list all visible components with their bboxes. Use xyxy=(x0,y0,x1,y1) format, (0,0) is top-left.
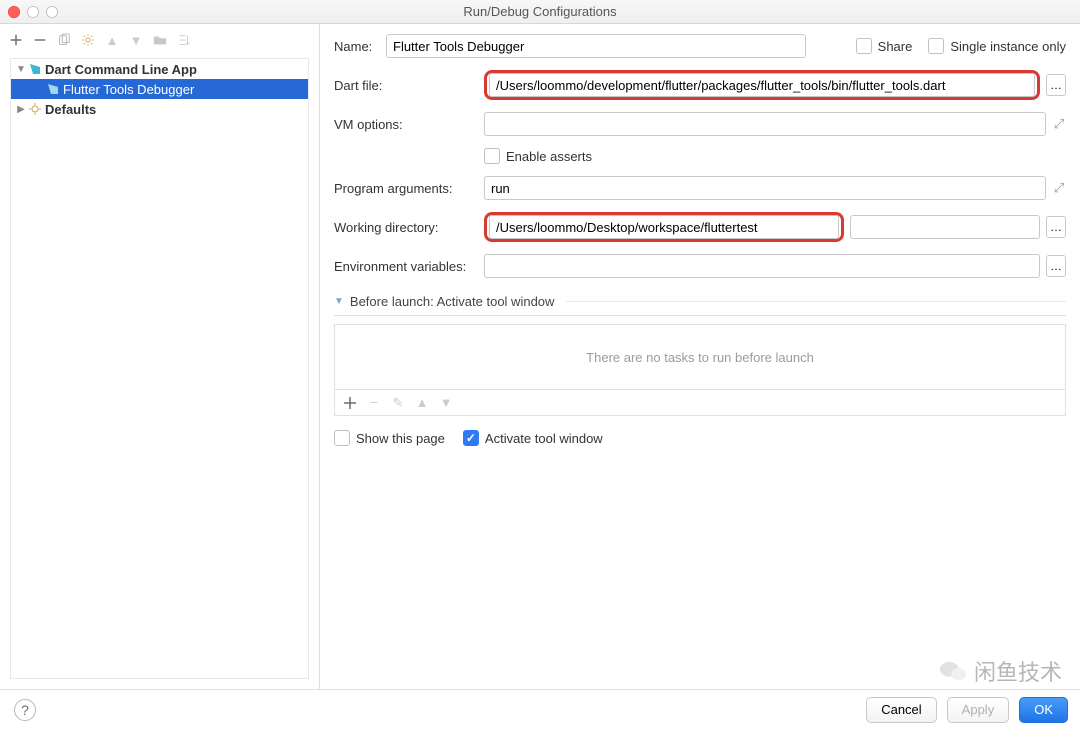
before-launch-empty: There are no tasks to run before launch xyxy=(586,350,814,365)
enable-asserts-checkbox[interactable]: Enable asserts xyxy=(484,148,592,164)
activate-tool-window-checkbox[interactable]: Activate tool window xyxy=(463,430,603,446)
add-task-icon[interactable] xyxy=(343,396,357,410)
up-icon[interactable]: ▲ xyxy=(104,32,120,48)
sidebar: ▲ ▼ ▼ Dart Command Line App Flutter Tool… xyxy=(0,24,320,689)
show-this-page-checkbox[interactable]: Show this page xyxy=(334,430,445,446)
dart-file-browse-button[interactable]: … xyxy=(1046,74,1066,96)
tree-group-dart[interactable]: ▼ Dart Command Line App xyxy=(11,59,308,79)
vm-options-row: VM options: ⤢ xyxy=(334,112,1066,136)
move-down-icon[interactable]: ▼ xyxy=(439,396,453,410)
program-args-input[interactable] xyxy=(484,176,1046,200)
config-tree[interactable]: ▼ Dart Command Line App Flutter Tools De… xyxy=(10,58,309,679)
tree-collapse-icon[interactable]: ▶ xyxy=(15,104,27,115)
tree-item-flutter-tools[interactable]: Flutter Tools Debugger xyxy=(11,79,308,99)
gear-icon xyxy=(27,101,43,117)
env-vars-edit-button[interactable]: … xyxy=(1046,255,1066,277)
before-launch-label: Before launch: Activate tool window xyxy=(350,294,555,309)
dart-file-label: Dart file: xyxy=(334,78,484,93)
cancel-button[interactable]: Cancel xyxy=(866,697,936,723)
tree-group-defaults[interactable]: ▶ Defaults xyxy=(11,99,308,119)
disclosure-icon[interactable]: ▼ xyxy=(334,296,344,307)
settings-icon[interactable] xyxy=(80,32,96,48)
remove-icon[interactable] xyxy=(32,32,48,48)
before-launch-tasks: There are no tasks to run before launch xyxy=(334,324,1066,390)
before-launch-toolbar: − ✎ ▲ ▼ xyxy=(334,390,1066,416)
dart-file-row: Dart file: … xyxy=(334,70,1066,100)
titlebar: Run/Debug Configurations xyxy=(0,0,1080,24)
dart-icon xyxy=(45,81,61,97)
copy-icon[interactable] xyxy=(56,32,72,48)
dart-file-input[interactable] xyxy=(489,73,1035,97)
working-dir-input[interactable] xyxy=(489,215,839,239)
folder-icon[interactable] xyxy=(152,32,168,48)
show-this-page-label: Show this page xyxy=(356,431,445,446)
dart-icon xyxy=(27,61,43,77)
activate-tool-window-label: Activate tool window xyxy=(485,431,603,446)
working-dir-highlight xyxy=(484,212,844,242)
help-icon[interactable]: ? xyxy=(14,699,36,721)
share-checkbox[interactable]: Share xyxy=(856,38,913,54)
program-args-row: Program arguments: ⤢ xyxy=(334,176,1066,200)
env-vars-input[interactable] xyxy=(484,254,1040,278)
env-vars-label: Environment variables: xyxy=(334,259,484,274)
enable-asserts-label: Enable asserts xyxy=(506,149,592,164)
before-launch-header[interactable]: ▼ Before launch: Activate tool window xyxy=(334,290,1066,316)
vm-options-input[interactable] xyxy=(484,112,1046,136)
edit-task-icon[interactable]: ✎ xyxy=(391,396,405,410)
name-label: Name: xyxy=(334,39,386,54)
single-instance-checkbox[interactable]: Single instance only xyxy=(928,38,1066,54)
vm-options-label: VM options: xyxy=(334,117,484,132)
expand-icon[interactable]: ⤢ xyxy=(1052,113,1066,135)
single-instance-label: Single instance only xyxy=(950,39,1066,54)
name-input[interactable] xyxy=(386,34,806,58)
name-row: Name: Share Single instance only xyxy=(334,34,1066,58)
share-label: Share xyxy=(878,39,913,54)
main-panel: Name: Share Single instance only Dart fi… xyxy=(320,24,1080,689)
sidebar-toolbar: ▲ ▼ xyxy=(0,24,319,56)
move-up-icon[interactable]: ▲ xyxy=(415,396,429,410)
tree-item-label: Flutter Tools Debugger xyxy=(63,82,194,97)
tree-defaults-label: Defaults xyxy=(45,102,96,117)
enable-asserts-row: Enable asserts xyxy=(334,148,1066,164)
ok-button[interactable]: OK xyxy=(1019,697,1068,723)
dart-file-highlight xyxy=(484,70,1040,100)
working-dir-browse-button[interactable]: … xyxy=(1046,216,1066,238)
add-icon[interactable] xyxy=(8,32,24,48)
tree-group-label: Dart Command Line App xyxy=(45,62,197,77)
tree-expand-icon[interactable]: ▼ xyxy=(15,64,27,75)
expand-icon[interactable]: ⤢ xyxy=(1052,177,1066,199)
window-title: Run/Debug Configurations xyxy=(0,4,1080,19)
group-sort-icon[interactable] xyxy=(176,32,192,48)
apply-button[interactable]: Apply xyxy=(947,697,1010,723)
program-args-label: Program arguments: xyxy=(334,181,484,196)
down-icon[interactable]: ▼ xyxy=(128,32,144,48)
env-vars-row: Environment variables: … xyxy=(334,254,1066,278)
working-dir-label: Working directory: xyxy=(334,220,484,235)
working-dir-row: Working directory: … xyxy=(334,212,1066,242)
working-dir-remainder-input[interactable] xyxy=(850,215,1040,239)
remove-task-icon[interactable]: − xyxy=(367,396,381,410)
bottom-checks: Show this page Activate tool window xyxy=(334,430,1066,446)
dialog-footer: ? Cancel Apply OK xyxy=(0,689,1080,729)
